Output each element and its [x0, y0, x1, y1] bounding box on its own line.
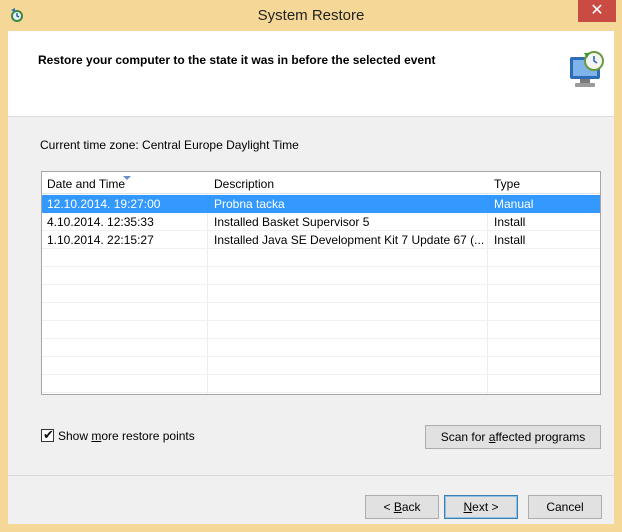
- row-date: 1.10.2014. 22:15:27: [47, 233, 154, 247]
- table-row[interactable]: 12.10.2014. 19:27:00 Probna tacka Manual: [42, 195, 600, 213]
- empty-row: [42, 357, 600, 375]
- footer-divider: [8, 475, 614, 476]
- list-header: Date and Time Description Type: [42, 172, 600, 194]
- back-button[interactable]: < Back: [365, 495, 439, 519]
- checkmark-icon: ✔: [43, 427, 54, 442]
- show-more-label[interactable]: Show more restore points: [58, 429, 195, 443]
- column-header-description[interactable]: Description: [214, 177, 274, 191]
- column-header-type[interactable]: Type: [494, 177, 520, 191]
- system-restore-window: System Restore ✕ Restore your computer t…: [0, 0, 622, 532]
- row-description: Probna tacka: [214, 197, 285, 211]
- show-more-checkbox[interactable]: ✔: [41, 427, 54, 442]
- header-instruction: Restore your computer to the state it wa…: [38, 53, 436, 67]
- dialog-header: Restore your computer to the state it wa…: [8, 31, 614, 117]
- title-bar[interactable]: System Restore ✕: [0, 0, 622, 31]
- empty-row: [42, 375, 600, 393]
- close-icon: ✕: [590, 2, 604, 19]
- table-row[interactable]: 4.10.2014. 12:35:33 Installed Basket Sup…: [42, 213, 600, 231]
- empty-row: [42, 267, 600, 285]
- timezone-label: Current time zone: Central Europe Daylig…: [40, 138, 299, 152]
- empty-row: [42, 321, 600, 339]
- window-title: System Restore: [257, 7, 365, 24]
- next-button[interactable]: Next >: [444, 495, 518, 519]
- row-description: Installed Basket Supervisor 5: [214, 215, 370, 229]
- empty-row: [42, 285, 600, 303]
- row-date: 12.10.2014. 19:27:00: [47, 197, 161, 211]
- table-row[interactable]: 1.10.2014. 22:15:27 Installed Java SE De…: [42, 231, 600, 249]
- row-description: Installed Java SE Development Kit 7 Upda…: [214, 233, 485, 247]
- close-button[interactable]: ✕: [578, 0, 616, 22]
- row-date: 4.10.2014. 12:35:33: [47, 215, 154, 229]
- scan-affected-programs-button[interactable]: Scan for affected programs: [425, 425, 601, 449]
- restore-points-list[interactable]: Date and Time Description Type 12.10.201…: [41, 171, 601, 395]
- list-rows: 12.10.2014. 19:27:00 Probna tacka Manual…: [42, 195, 600, 393]
- system-restore-icon: [570, 51, 604, 87]
- row-type: Install: [494, 215, 526, 229]
- dialog-client-area: Restore your computer to the state it wa…: [8, 31, 614, 524]
- empty-row: [42, 339, 600, 357]
- cancel-button[interactable]: Cancel: [528, 495, 602, 519]
- empty-row: [42, 249, 600, 267]
- sort-indicator-icon: [123, 176, 131, 180]
- column-header-date[interactable]: Date and Time: [47, 176, 131, 191]
- row-type: Manual: [494, 197, 534, 211]
- row-type: Install: [494, 233, 526, 247]
- empty-row: [42, 303, 600, 321]
